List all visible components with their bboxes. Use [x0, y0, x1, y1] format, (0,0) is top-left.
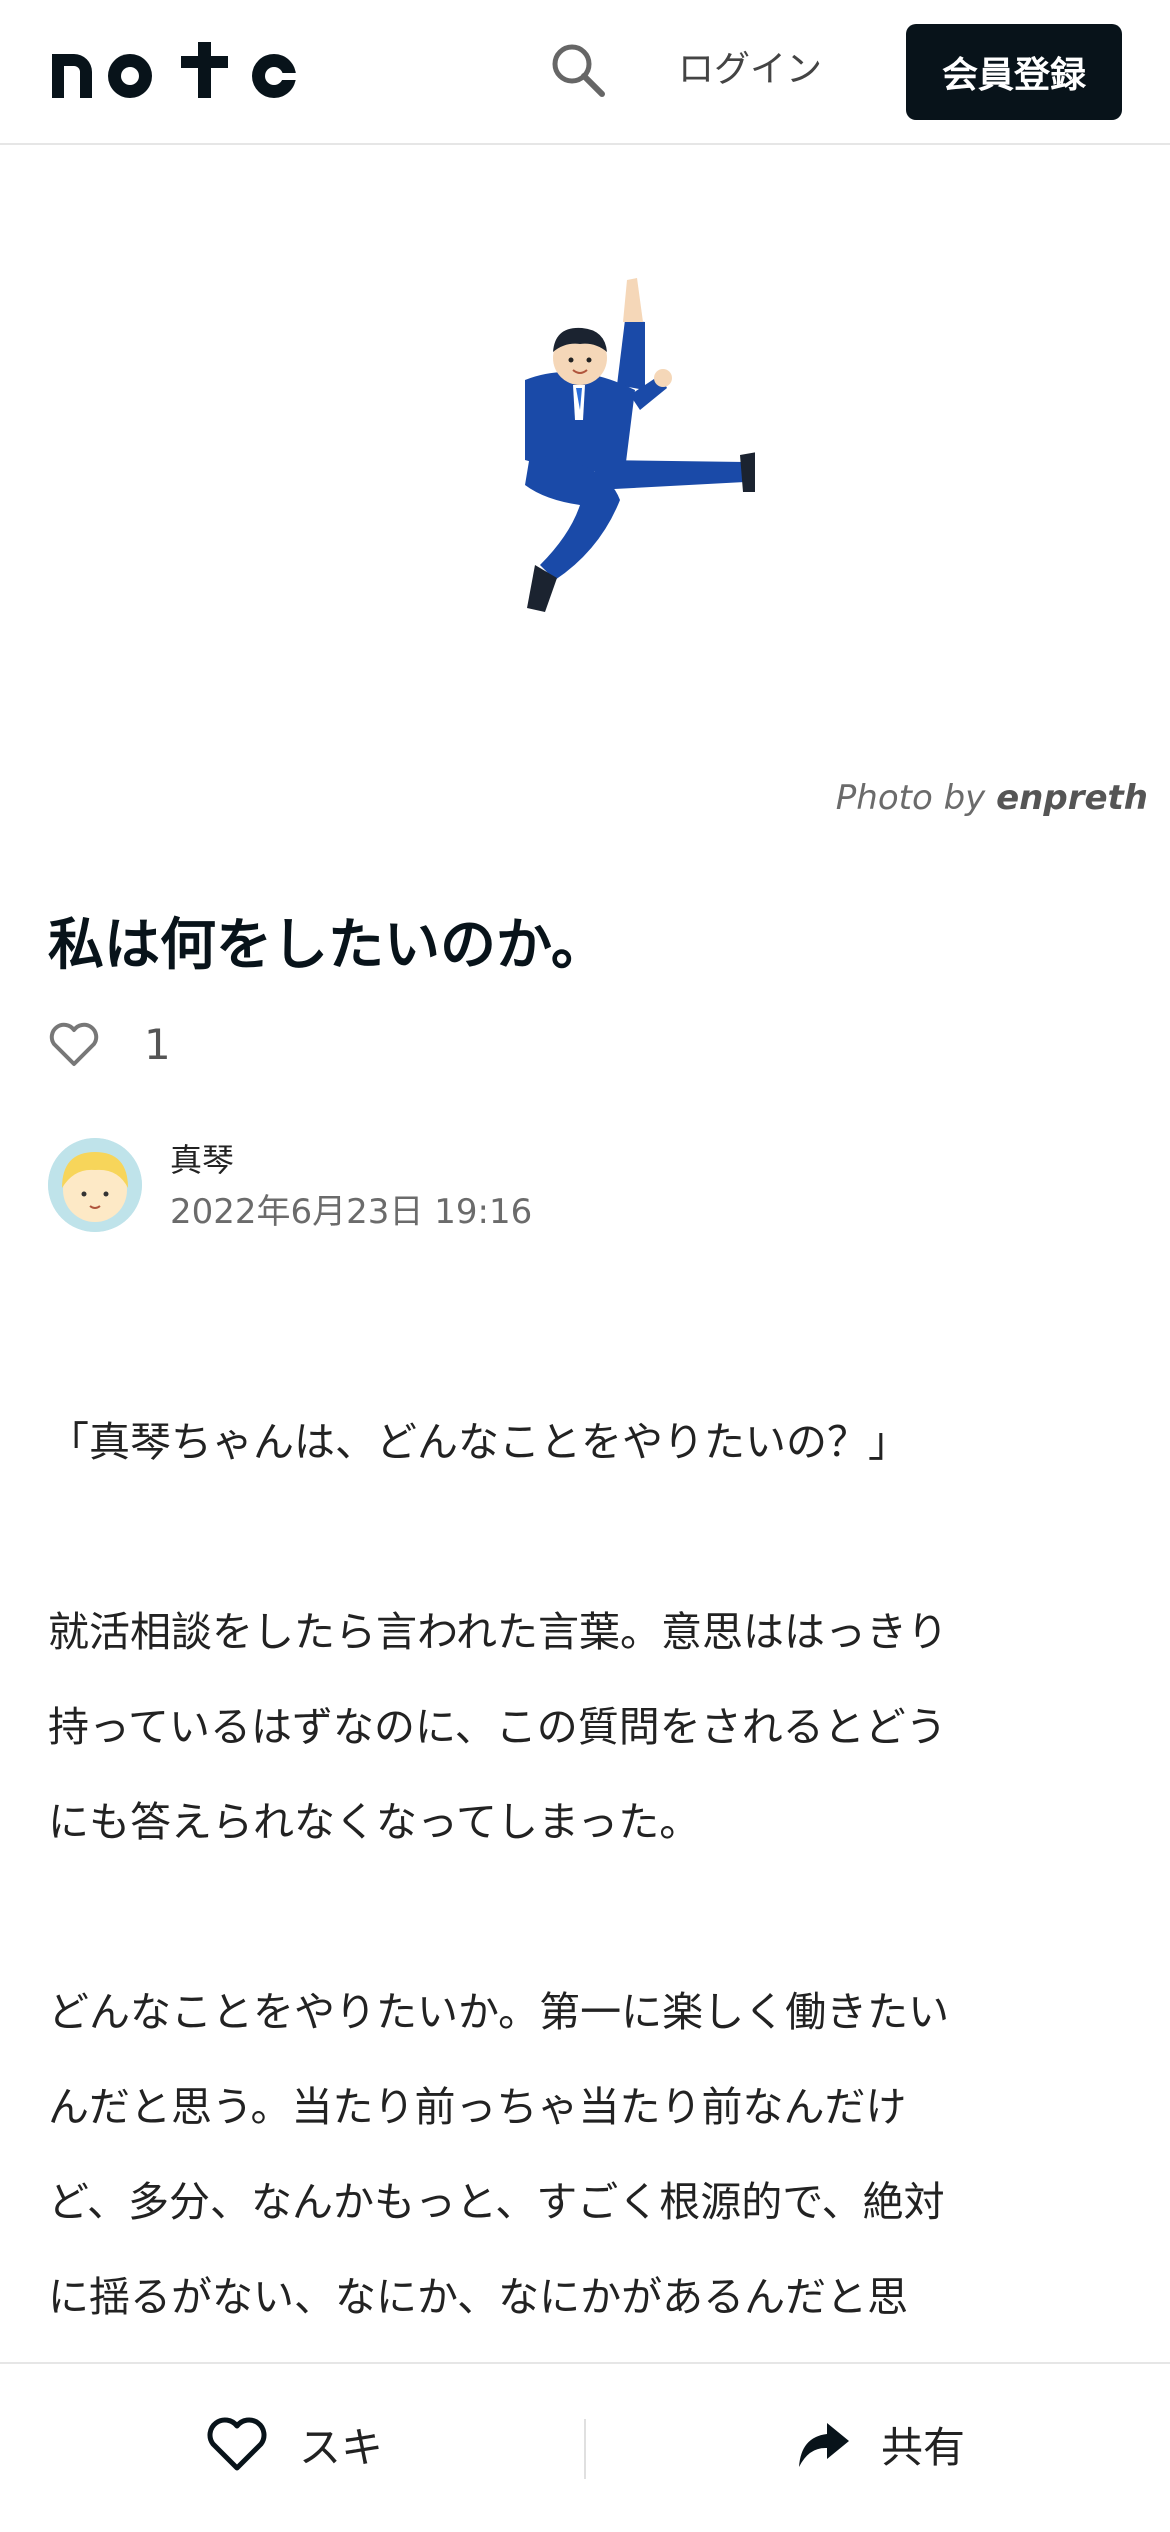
- body-line: んだと思う。当たり前っちゃ当たり前なんだけ: [48, 2083, 907, 2131]
- note-logo-mark: [52, 42, 300, 98]
- login-link[interactable]: ログイン: [678, 44, 822, 96]
- signup-button[interactable]: 会員登録: [906, 24, 1122, 120]
- body-line: 「真琴ちゃんは、どんなことをやりたいの？」: [48, 1418, 909, 1466]
- body-line: 持っているはずなのに、この質問をされるとどう: [48, 1703, 947, 1751]
- header: note ログイン 会員登録: [0, 0, 1170, 145]
- heart-outline-icon[interactable]: [48, 1022, 100, 1068]
- body-line: 就活相談をしたら言われた言葉。意思ははっきり: [48, 1608, 948, 1656]
- like-summary: 1: [48, 1020, 171, 1069]
- jumping-businessman-illustration: [525, 278, 755, 612]
- body-line: にも答えられなくなってしまった。: [48, 1798, 701, 1846]
- share-arrow-icon: [799, 2422, 849, 2467]
- divider: [584, 2419, 586, 2479]
- avatar[interactable]: [48, 1138, 142, 1232]
- heart-icon: [207, 2417, 267, 2470]
- search-icon[interactable]: [548, 40, 608, 100]
- article-title: 私は何をしたいのか。: [48, 913, 607, 978]
- photo-credit: Photo by enpreth: [836, 778, 1148, 818]
- share-button-label: 共有: [881, 2423, 966, 2472]
- author-block[interactable]: 真琴 2022年6月23日 19:16: [48, 1138, 532, 1238]
- share-button[interactable]: 共有: [795, 2414, 965, 2475]
- article-body: 「真琴ちゃんは、どんなことをやりたいの？」 就活相談をしたら言われた言葉。意思は…: [48, 1395, 1128, 2440]
- photo-credit-prefix: Photo by: [835, 778, 986, 818]
- body-line: どんなことをやりたいか。第一に楽しく働きたい: [48, 1988, 950, 2036]
- header-image: [0, 145, 1170, 765]
- like-button-label: スキ: [299, 2423, 384, 2472]
- bottom-action-bar: スキ 共有: [0, 2362, 1170, 2532]
- like-count: 1: [144, 1020, 171, 1069]
- like-button[interactable]: スキ: [205, 2414, 383, 2475]
- body-line: に揺るがない、なにか、なにかがあるんだと思: [48, 2273, 909, 2321]
- publish-date: 2022年6月23日 19:16: [170, 1192, 533, 1232]
- note-logo[interactable]: note: [48, 40, 343, 106]
- photo-credit-author[interactable]: enpreth: [996, 778, 1148, 818]
- body-line: ど、多分、なんかもっと、すごく根源的で、絶対: [48, 2178, 945, 2226]
- author-name[interactable]: 真琴: [170, 1138, 532, 1182]
